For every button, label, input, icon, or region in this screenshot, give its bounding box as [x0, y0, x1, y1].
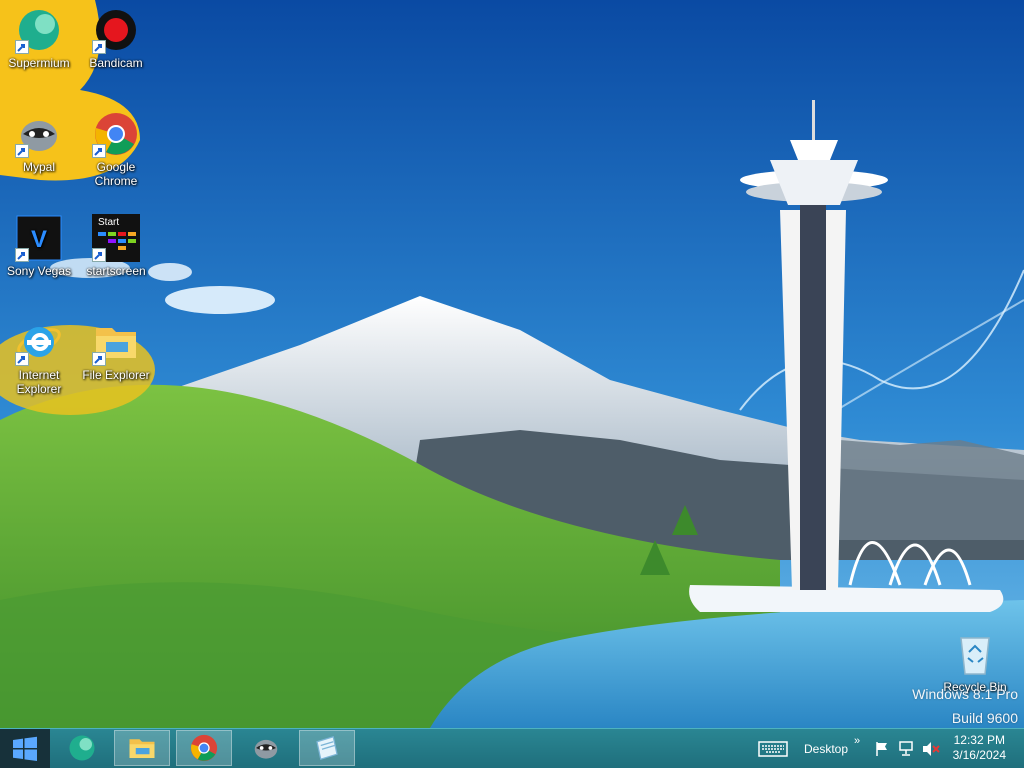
desktop-icon-mypal[interactable]: Mypal [0, 110, 78, 174]
desktop-icon-file-explorer[interactable]: File Explorer [77, 318, 155, 382]
chrome-icon [190, 734, 218, 762]
recycle-bin-icon [960, 637, 990, 675]
desktop-icon-label: File Explorer [82, 368, 150, 382]
shortcut-arrow-icon [92, 40, 106, 54]
notepad-icon [316, 735, 338, 761]
mypal-icon [254, 739, 278, 759]
keyboard-icon[interactable] [758, 740, 788, 757]
clock-date: 3/16/2024 [952, 748, 1006, 762]
desktop-icon-label: Internet Explorer [16, 368, 62, 396]
shortcut-arrow-icon [15, 248, 29, 262]
system-clock[interactable]: 12:32 PM 3/16/2024 [953, 733, 1006, 763]
toolbar-chevron[interactable]: » [854, 721, 860, 760]
taskbar-supermium[interactable] [54, 730, 110, 766]
desktop-icon-startscreen[interactable]: Start startscreen [77, 214, 155, 278]
desktop-toolbar-label[interactable]: Desktop [804, 729, 848, 768]
desktop-icon-label: Sony Vegas [6, 264, 72, 278]
shortcut-arrow-icon [15, 144, 29, 158]
shortcut-arrow-icon [15, 352, 29, 366]
startscreen-tile-text: Start [98, 217, 120, 228]
taskbar-file-explorer[interactable] [114, 730, 170, 766]
desktop-icon-supermium[interactable]: Supermium [0, 6, 78, 70]
shortcut-arrow-icon [92, 352, 106, 366]
file-explorer-icon [129, 739, 155, 758]
network-icon[interactable] [898, 740, 914, 757]
desktop-icon-label: Bandicam [89, 56, 143, 70]
taskbar: Desktop » 12:32 PM 3/16/2024 [0, 728, 1024, 768]
clock-time: 12:32 PM [953, 733, 1005, 747]
start-button[interactable] [0, 729, 50, 768]
desktop-icon-label: startscreen [86, 264, 146, 278]
desktop-icon-google-chrome[interactable]: Google Chrome [77, 110, 155, 188]
shortcut-arrow-icon [15, 40, 29, 54]
desktop-icon-label: Mypal [22, 160, 55, 174]
svg-text:V: V [31, 226, 47, 253]
desktop-icon-sony-vegas[interactable]: V Sony Vegas [0, 214, 78, 278]
desktop-icon-label: Google Chrome [94, 160, 138, 188]
taskbar-mypal[interactable] [238, 730, 294, 766]
windows-logo-icon [13, 736, 37, 761]
desktop-icon-label: Supermium [8, 56, 70, 70]
supermium-icon [69, 735, 95, 761]
desktop-icon-bandicam[interactable]: Bandicam [77, 6, 155, 70]
flag-icon[interactable] [874, 741, 890, 757]
desktop-icon-internet-explorer[interactable]: Internet Explorer [0, 318, 78, 396]
windows-watermark-build: Build 9600 [951, 710, 1018, 726]
shortcut-arrow-icon [92, 248, 106, 262]
taskbar-notepad[interactable] [299, 730, 355, 766]
shortcut-arrow-icon [92, 144, 106, 158]
volume-muted-icon[interactable] [922, 741, 940, 757]
desktop-icon-recycle-bin[interactable]: Recycle Bin [936, 630, 1014, 694]
taskbar-chrome[interactable] [176, 730, 232, 766]
windows-watermark-edition: Windows 8.1 Pro [912, 686, 1018, 702]
